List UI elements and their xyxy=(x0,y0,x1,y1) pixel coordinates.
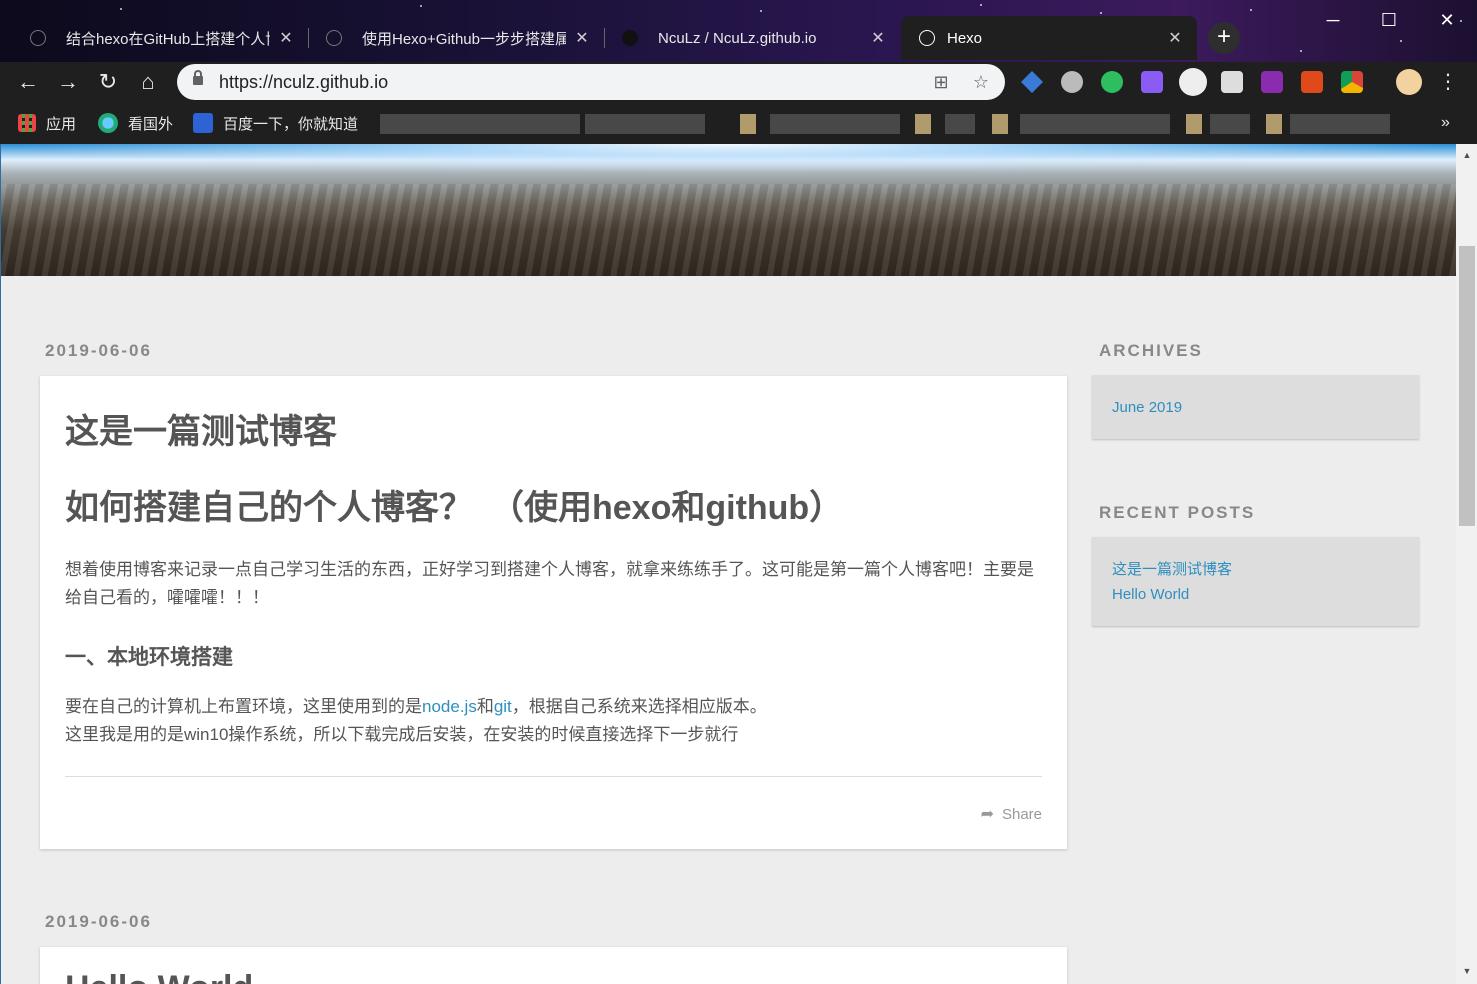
globe-icon xyxy=(98,113,118,133)
recent-post-link[interactable]: Hello World xyxy=(1112,582,1399,607)
tab-hexo-github-1[interactable]: 结合hexo在GitHub上搭建个人博 ✕ xyxy=(12,16,308,60)
close-icon[interactable]: ✕ xyxy=(1167,28,1183,48)
bookmark-baidu[interactable]: 百度一下，你就知道 xyxy=(193,112,358,134)
reload-icon[interactable]: ↻ xyxy=(94,68,122,96)
close-icon[interactable]: ✕ xyxy=(870,28,886,48)
scroll-down-icon[interactable]: ▼ xyxy=(1456,966,1477,976)
home-icon[interactable]: ⌂ xyxy=(134,68,162,96)
share-label: Share xyxy=(1001,805,1042,823)
section-heading: 一、本地环境搭建 xyxy=(65,646,233,669)
tab-title: NcuLz / NcuLz.github.io xyxy=(658,29,817,47)
tab-favicon-icon xyxy=(30,30,46,46)
back-icon[interactable]: ← xyxy=(14,68,42,96)
header-banner-image xyxy=(1,144,1456,276)
tab-hexo-active[interactable]: Hexo ✕ xyxy=(901,16,1197,60)
address-url[interactable]: https://nculz.github.io xyxy=(219,72,388,93)
bookmark-kanguowai[interactable]: 看国外 xyxy=(98,112,173,134)
body-text: ，根据自己系统来选择相应版本。 xyxy=(511,697,767,716)
bookmark-label: 看国外 xyxy=(128,115,174,133)
menu-kebab-icon[interactable]: ⋮ xyxy=(1434,68,1462,96)
git-link[interactable]: git xyxy=(494,697,512,716)
onenote-icon[interactable] xyxy=(1261,71,1283,93)
post-card: Hello World xyxy=(40,947,1067,984)
extension-cloud-icon[interactable] xyxy=(1061,71,1083,93)
extension-bird-icon[interactable] xyxy=(1179,68,1207,96)
translate-icon[interactable]: ⊞ xyxy=(929,70,953,94)
scroll-up-icon[interactable]: ▲ xyxy=(1456,150,1477,160)
divider xyxy=(65,776,1042,777)
lock-icon xyxy=(193,70,203,85)
close-icon[interactable]: ✕ xyxy=(574,28,590,48)
post-body: 要在自己的计算机上布置环境，这里使用到的是node.js和git，根据自己系统来… xyxy=(65,693,1040,749)
page-viewport: 2019-06-06 这是一篇测试博客 如何搭建自己的个人博客？ （使用hexo… xyxy=(0,144,1477,984)
office-icon[interactable] xyxy=(1301,71,1323,93)
nodejs-link[interactable]: node.js xyxy=(422,697,477,716)
bookmarks-bar: 应用 看国外 百度一下，你就知道 » xyxy=(0,102,1477,144)
body-text: 这里我是用的是win10操作系统，所以下载完成后安装，在安装的时候直接选择下一步… xyxy=(65,725,739,744)
post-title[interactable]: 这是一篇测试博客 xyxy=(65,404,337,453)
post-heading: 如何搭建自己的个人博客？ （使用hexo和github） xyxy=(65,489,844,527)
tab-strip: 结合hexo在GitHub上搭建个人博 ✕ 使用Hexo+Github一步步搭建… xyxy=(0,0,1477,62)
archives-title: ARCHIVES xyxy=(1099,341,1203,360)
close-icon[interactable]: ✕ xyxy=(278,28,294,48)
post-card: 这是一篇测试博客 如何搭建自己的个人博客？ （使用hexo和github） 想着… xyxy=(40,376,1067,849)
close-window-icon[interactable]: ✕ xyxy=(1424,6,1470,34)
tab-title: 结合hexo在GitHub上搭建个人博 xyxy=(66,30,270,48)
page-scrollbar[interactable]: ▲ ▼ xyxy=(1456,144,1477,984)
maximize-icon[interactable]: ☐ xyxy=(1366,6,1412,34)
tab-title: Hexo xyxy=(947,29,983,47)
bookmark-label: 百度一下，你就知道 xyxy=(223,115,359,133)
vue-devtools-icon[interactable] xyxy=(1141,71,1163,93)
bookmarks-overflow-button[interactable]: » xyxy=(1441,112,1450,134)
bookmark-apps[interactable]: 应用 xyxy=(18,112,76,134)
recent-posts-widget: 这是一篇测试博客 Hello World xyxy=(1092,537,1419,626)
extension-blue-icon[interactable] xyxy=(1021,71,1043,93)
extension-link-icon[interactable] xyxy=(1221,71,1243,93)
bookmark-star-icon[interactable]: ☆ xyxy=(969,70,993,94)
archive-link[interactable]: June 2019 xyxy=(1112,395,1399,420)
minimize-icon[interactable]: ─ xyxy=(1310,6,1356,34)
bookmark-label: 应用 xyxy=(46,115,77,133)
profile-avatar-icon[interactable] xyxy=(1396,69,1422,95)
archives-widget: June 2019 xyxy=(1092,375,1419,439)
tab-github-repo[interactable]: NcuLz / NcuLz.github.io ✕ xyxy=(604,16,900,60)
post-date: 2019-06-06 xyxy=(45,912,152,931)
scrollbar-thumb[interactable] xyxy=(1459,246,1475,526)
tab-title: 使用Hexo+Github一步步搭建属 xyxy=(362,30,566,48)
body-text: 和 xyxy=(476,697,494,716)
globe-icon xyxy=(919,30,935,46)
tab-favicon-icon xyxy=(326,30,342,46)
post-intro: 想着使用博客来记录一点自己学习生活的东西，正好学习到搭建个人博客，就拿来练练手了… xyxy=(65,560,1034,607)
baidu-paw-icon xyxy=(193,113,213,133)
forward-icon[interactable]: → xyxy=(54,68,82,96)
share-button[interactable]: ➦ Share xyxy=(981,804,1042,824)
recent-posts-title: RECENT POSTS xyxy=(1099,503,1256,522)
body-text: 要在自己的计算机上布置环境，这里使用到的是 xyxy=(65,697,422,716)
chrome-ext-icon[interactable] xyxy=(1341,71,1363,93)
recent-post-link[interactable]: 这是一篇测试博客 xyxy=(1112,557,1399,582)
evernote-icon[interactable] xyxy=(1101,71,1123,93)
tab-hexo-github-2[interactable]: 使用Hexo+Github一步步搭建属 ✕ xyxy=(308,16,604,60)
github-icon xyxy=(622,30,638,46)
address-bar[interactable]: https://nculz.github.io ⊞ ☆ xyxy=(177,64,1005,100)
post-title[interactable]: Hello World xyxy=(65,969,253,984)
browser-toolbar: ← → ↻ ⌂ https://nculz.github.io ⊞ ☆ ⋮ xyxy=(0,62,1477,102)
new-tab-button[interactable]: + xyxy=(1208,22,1240,54)
post-date: 2019-06-06 xyxy=(45,341,152,360)
share-icon: ➦ xyxy=(980,806,994,823)
apps-grid-icon xyxy=(18,114,36,132)
